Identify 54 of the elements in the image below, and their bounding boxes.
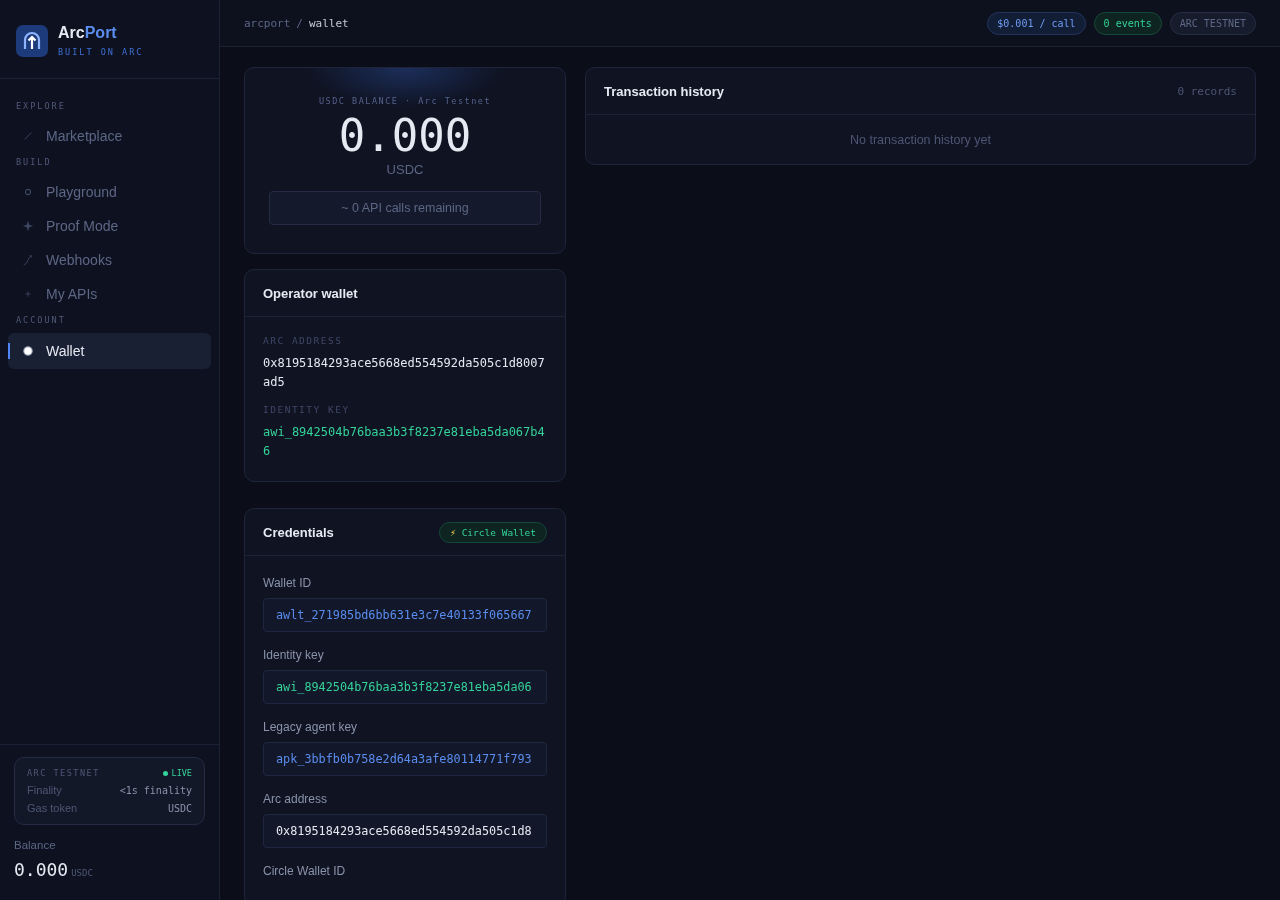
network-row-label: Gas token: [27, 802, 78, 814]
card-title: Operator wallet: [263, 285, 358, 301]
network-title: ARC TESTNET: [27, 768, 100, 778]
network-row-label: Finality: [27, 784, 62, 796]
empty-message: No transaction history yet: [848, 132, 992, 149]
nav-section-label: BUILD: [15, 157, 53, 167]
balance-amount: 0.000: [338, 112, 472, 161]
balance-label: Balance: [14, 839, 57, 851]
brand-name: ArcPort: [58, 24, 118, 42]
field-value: awi_8942504b76baa3b3f8237e81eba5da067b46: [263, 424, 546, 461]
status-pill: ARC TESTNET: [1169, 11, 1256, 35]
record-count: 0 records: [1177, 84, 1237, 98]
calls-remaining: ~ 0 API calls remaining: [269, 191, 541, 226]
field-label: Identity key: [263, 648, 325, 663]
logo-icon: [16, 24, 48, 57]
field-value: 0x8195184293ace5668ed554592da505c1d8007ad5: [263, 355, 546, 392]
nav-item[interactable]: Wallet: [8, 333, 211, 369]
sparkle-icon: [22, 220, 34, 232]
nav-item[interactable]: Webhooks: [8, 243, 211, 277]
network-row-value: <1s finality: [119, 784, 192, 796]
balance-unit: USDC: [386, 162, 424, 178]
radio-icon: [22, 345, 34, 357]
hook-icon: [22, 254, 34, 266]
credential-field[interactable]: apk_3bbfb0b758e2d64a3afe80114771f793: [263, 742, 547, 777]
status-pill: $0.001 / call: [987, 11, 1086, 35]
brand-tagline: BUILT ON ARC: [58, 47, 144, 57]
credential-field[interactable]: awi_8942504b76baa3b3f8237e81eba5da06: [263, 670, 547, 705]
breadcrumb-current: wallet: [309, 16, 349, 30]
credential-field[interactable]: awlt_271985bd6bb631e3c7e40133f065667: [263, 598, 547, 633]
status-pill: 0 events: [1093, 11, 1162, 35]
balance-amount: 0.000: [14, 859, 69, 880]
nav-item[interactable]: Proof Mode: [8, 209, 211, 243]
field-label: Circle Wallet ID: [263, 864, 347, 879]
credential-field[interactable]: 0x8195184293ace5668ed554592da505c1d8: [263, 814, 547, 849]
live-status: LIVE: [162, 768, 192, 778]
circle-wallet-badge: ⚡ Circle Wallet: [439, 521, 547, 543]
field-label: Wallet ID: [263, 576, 313, 591]
nav-section-label: EXPLORE: [15, 101, 67, 111]
nav-item[interactable]: My APIs: [8, 277, 211, 311]
balance-caption: USDC BALANCE · Arc Testnet: [318, 96, 492, 106]
plus-icon: [22, 288, 34, 300]
card-title: Transaction history: [604, 83, 724, 99]
balance-unit: USDC: [71, 868, 93, 878]
breadcrumb-link[interactable]: arcport: [244, 16, 291, 30]
breadcrumb-separator: /: [296, 16, 303, 30]
nav-item[interactable]: Marketplace: [8, 119, 211, 153]
card-title: Credentials: [263, 524, 334, 540]
network-row-value: USDC: [167, 802, 192, 814]
field-label: IDENTITY KEY: [263, 404, 351, 416]
nav-section-label: ACCOUNT: [15, 315, 67, 325]
field-label: ARC ADDRESS: [263, 335, 344, 347]
field-label: Legacy agent key: [263, 720, 359, 735]
field-label: Arc address: [263, 792, 329, 807]
nav-item[interactable]: Playground: [8, 175, 211, 209]
